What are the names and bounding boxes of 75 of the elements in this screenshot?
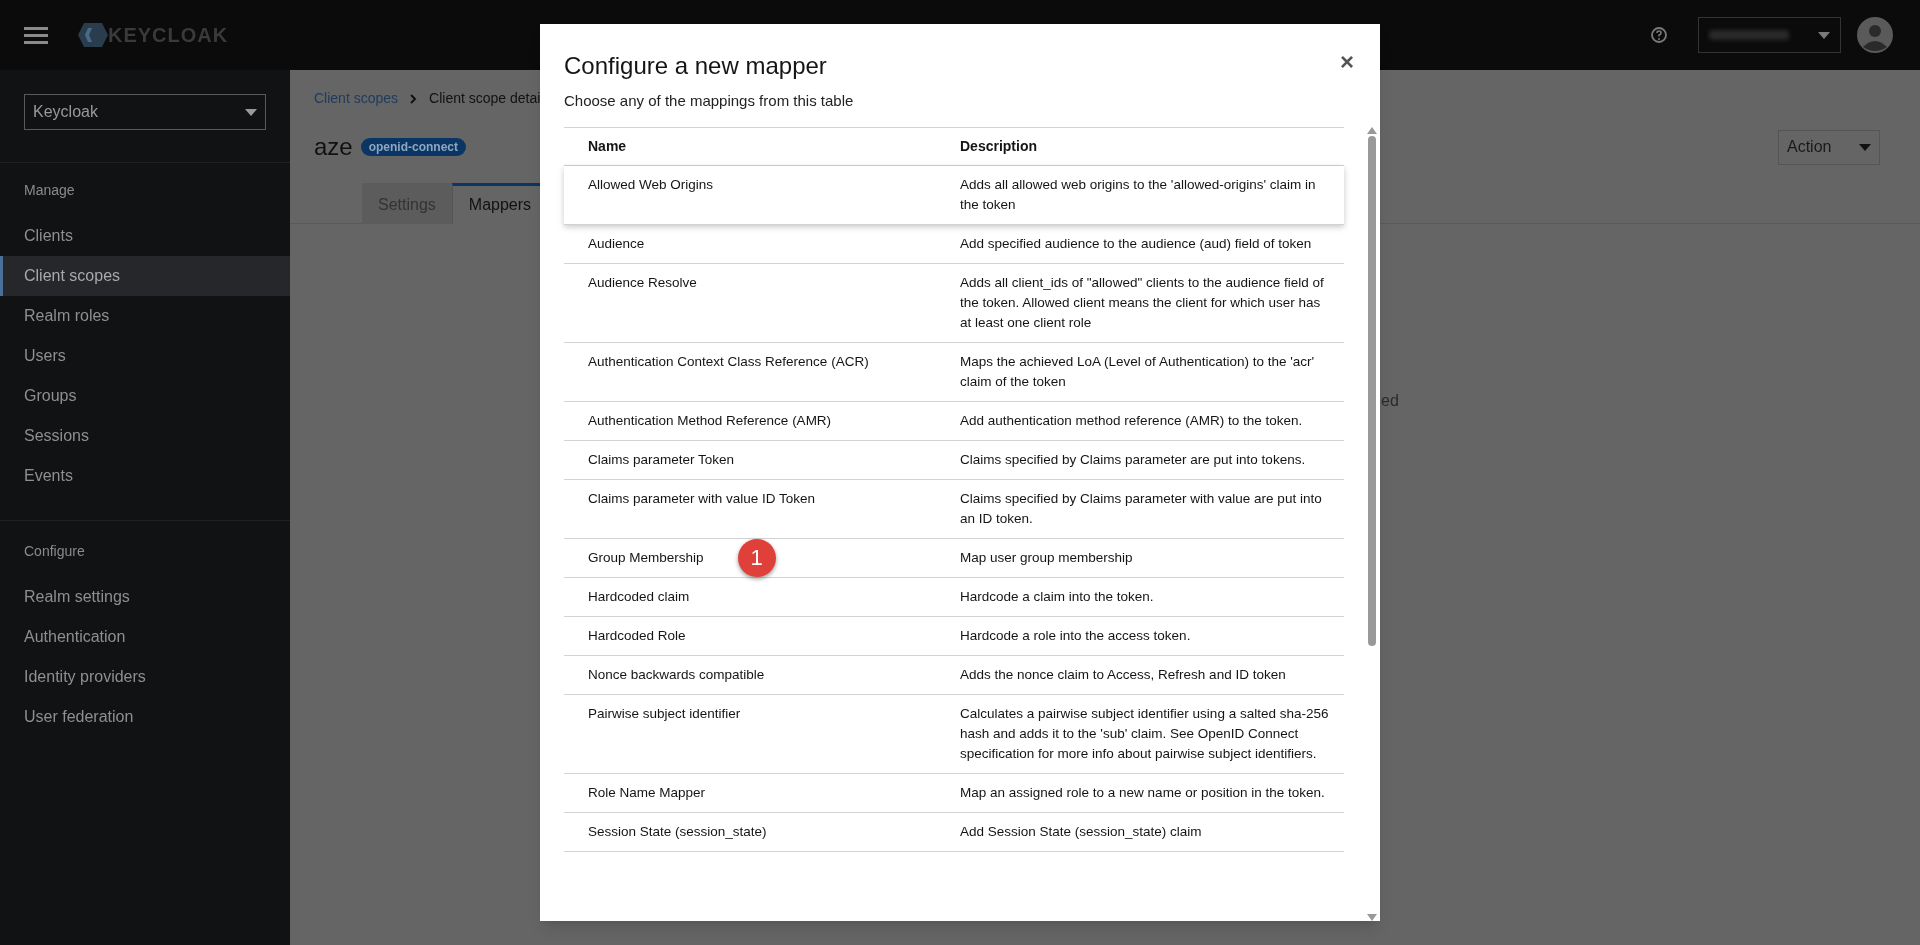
mapper-row[interactable]: Nonce backwards compatible Adds the nonce claim to Access, Refresh and ID token	[564, 655, 1344, 695]
empty-state-text: ed	[1381, 391, 1400, 411]
mapper-name: Audience Resolve	[588, 273, 697, 292]
sidebar-section-title: Configure	[23, 542, 86, 561]
mapper-description: Map user group membership	[959, 548, 1134, 567]
mapper-description: Add Session State (session_state) claim	[959, 822, 1203, 841]
sidebar-item[interactable]: Clients	[0, 216, 290, 256]
mapper-description: Adds all client_ids of "allowed" clients to the audience field of the token. Allowed client means the client for which user has at least one client role	[959, 273, 1325, 332]
page-title: aze	[314, 132, 353, 162]
mapper-row[interactable]: Allowed Web Origins Adds all allowed web origins to the 'allowed-origins' claim in the token	[564, 165, 1344, 225]
mapper-row[interactable]: Hardcoded claim Hardcode a claim into the token.	[564, 577, 1344, 617]
mapper-row[interactable]: Hardcoded Role Hardcode a role into the access token.	[564, 616, 1344, 656]
mapper-description: Hardcode a claim into the token.	[959, 587, 1155, 606]
sidebar-section-title: Manage	[23, 181, 76, 200]
caret-icon	[1859, 143, 1871, 151]
mapper-name: Pairwise subject identifier	[588, 704, 741, 723]
caret-icon	[245, 108, 257, 116]
help-icon[interactable]	[1650, 26, 1668, 44]
protocol-badge: openid-connect	[360, 138, 467, 156]
sidebar-item[interactable]: Groups	[0, 376, 290, 416]
mapper-name: Hardcoded Role	[588, 626, 686, 645]
mapper-row[interactable]: Audience Resolve Adds all client_ids of "allowed" clients to the audience field of the token. Allowed client means the client for which user has at least one client role	[564, 263, 1344, 343]
sidebar-item[interactable]: Realm settings	[0, 577, 290, 617]
mapper-name: Nonce backwards compatible	[588, 665, 765, 684]
mapper-name: Claims parameter with value ID Token	[588, 489, 816, 508]
mapper-description: Adds the nonce claim to Access, Refresh and ID token	[959, 665, 1287, 684]
column-header: Description	[959, 136, 1038, 156]
sidebar-item[interactable]: Authentication	[0, 617, 290, 657]
mapper-description: Maps the achieved LoA (Level of Authentication) to the 'acr' claim of the token	[959, 352, 1316, 391]
mapper-name: Group Membership	[588, 548, 704, 567]
scroll-down-icon[interactable]	[1367, 914, 1377, 921]
mapper-name: Authentication Method Reference (AMR)	[588, 411, 832, 430]
callout-badge: 1	[737, 538, 776, 577]
mapper-description: Adds all allowed web origins to the 'allowed-origins' claim in the token	[959, 175, 1317, 214]
mapper-name: Authentication Context Class Reference (ACR)	[588, 352, 869, 371]
scrollbar[interactable]	[1366, 126, 1378, 921]
sidebar-item[interactable]: Identity providers	[0, 657, 290, 697]
mapper-name: Audience	[588, 234, 645, 253]
sidebar-item[interactable]: Realm roles	[0, 296, 290, 336]
mapper-description: Map an assigned role to a new name or position in the token.	[959, 783, 1326, 802]
close-button[interactable]: ×	[1340, 50, 1354, 74]
mapper-name: Allowed Web Origins	[588, 175, 714, 194]
mapper-description: Add authentication method reference (AMR) to the token.	[959, 411, 1304, 430]
mapper-name: Role Name Mapper	[588, 783, 706, 802]
mapper-row[interactable]: Claims parameter with value ID Token Claims specified by Claims parameter with value are put into an ID token.	[564, 479, 1344, 539]
dialog-title: Configure a new mapper	[564, 51, 828, 81]
mapper-row[interactable]: Authentication Method Reference (AMR) Add authentication method reference (AMR) to the token.	[564, 401, 1344, 441]
mapper-row[interactable]: Session State (session_state) Add Session State (session_state) claim	[564, 812, 1344, 852]
sidebar-item[interactable]: Sessions	[0, 416, 290, 456]
mapper-description: Hardcode a role into the access token.	[959, 626, 1192, 645]
mapper-description: Claims specified by Claims parameter are put into tokens.	[959, 450, 1307, 469]
sidebar-item[interactable]: Client scopes	[0, 256, 290, 296]
chevron-icon	[410, 93, 418, 104]
mapper-row[interactable]: Group Membership 1 Map user group membership	[564, 538, 1344, 578]
mapper-description: Claims specified by Claims parameter with value are put into an ID token.	[959, 489, 1323, 528]
user-dropdown[interactable]	[1698, 17, 1841, 53]
realm-dropdown[interactable]: Keycloak	[24, 94, 266, 130]
mapper-row[interactable]: Authentication Context Class Reference (ACR) Maps the achieved LoA (Level of Authentication) to the 'acr' claim of the token	[564, 342, 1344, 402]
avatar-icon[interactable]	[1857, 17, 1893, 53]
column-header: Name	[587, 136, 628, 156]
menu-icon[interactable]	[24, 26, 48, 44]
sidebar-item[interactable]: Users	[0, 336, 290, 376]
mapper-description: Calculates a pairwise subject identifier using a salted sha-256 hash and adds it to the 'sub' claim. See OpenID Connect specification for more info about pairwise subject identifiers.	[959, 704, 1330, 763]
logo-icon	[78, 23, 108, 47]
mapper-row[interactable]: Claims parameter Token Claims specified by Claims parameter are put into tokens.	[564, 440, 1344, 480]
mapper-name: Claims parameter Token	[588, 450, 735, 469]
sidebar-item[interactable]: User federation	[0, 697, 290, 737]
mapper-name: Session State (session_state)	[588, 822, 767, 841]
sidebar-item[interactable]: Events	[0, 456, 290, 496]
mapper-row[interactable]: Role Name Mapper Map an assigned role to a new name or position in the token.	[564, 773, 1344, 813]
mapper-row[interactable]: Audience Add specified audience to the audience (aud) field of token	[564, 224, 1344, 264]
dialog-subtitle: Choose any of the mappings from this table	[563, 91, 855, 111]
mapper-description: Add specified audience to the audience (aud) field of token	[959, 234, 1313, 253]
caret-icon	[1818, 31, 1830, 39]
mapper-name: Hardcoded claim	[588, 587, 690, 606]
